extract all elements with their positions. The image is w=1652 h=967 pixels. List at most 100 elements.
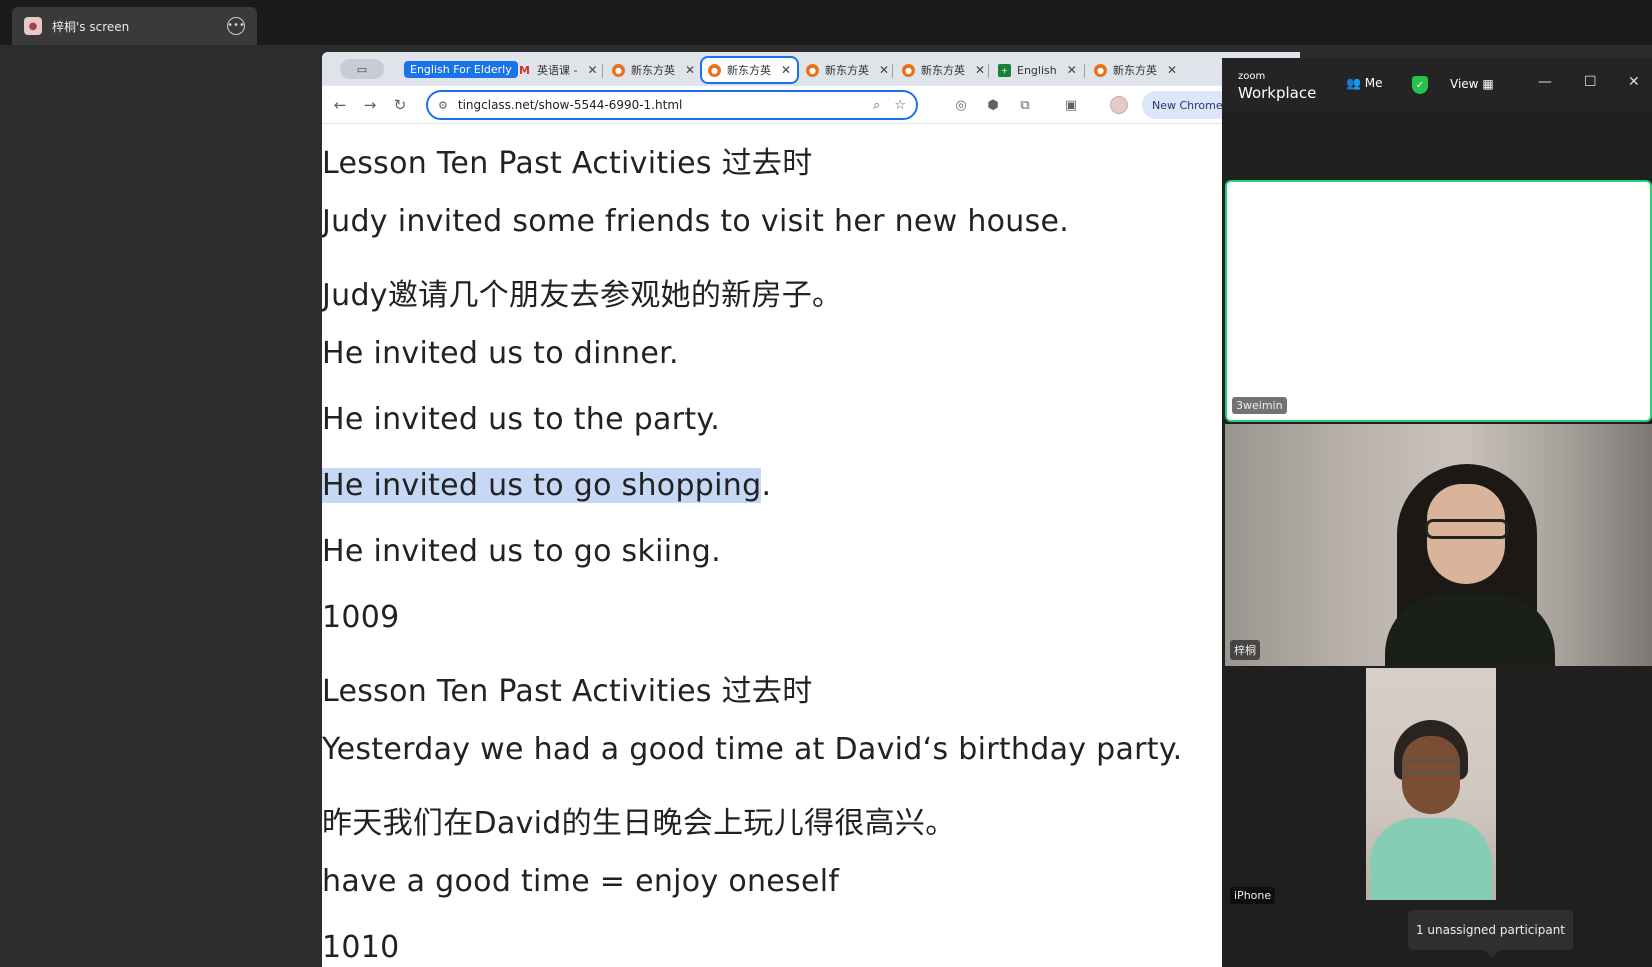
orange-site-icon: ● xyxy=(806,63,819,77)
tab-4[interactable]: ● 新东方英 ✕ xyxy=(800,58,895,82)
security-shield-icon[interactable]: ✓ xyxy=(1412,76,1428,94)
back-arrow-icon[interactable]: ← xyxy=(330,95,350,115)
profile-avatar[interactable] xyxy=(1110,96,1128,114)
zoom-logo-bottom: Workplace xyxy=(1238,84,1317,102)
text-line: 昨天我们在David的生日晚会上玩儿得很高兴。 xyxy=(322,806,956,841)
tab-1[interactable]: M 英语课 - ✕ xyxy=(512,58,604,82)
text-line: He invited us to dinner. xyxy=(322,336,679,371)
orange-site-icon: ● xyxy=(902,63,915,77)
meet-label: Me xyxy=(1364,76,1383,90)
tab-separator xyxy=(988,64,989,78)
sheets-icon: + xyxy=(998,63,1011,77)
bookmark-star-icon[interactable]: ☆ xyxy=(894,98,906,113)
ellipsis-icon[interactable]: ••• xyxy=(227,17,245,35)
page-content: Lesson Ten Past Activities 过去时 Judy invi… xyxy=(322,124,1300,967)
view-label: View xyxy=(1450,77,1479,91)
orange-site-icon: ● xyxy=(708,63,721,77)
grid-icon: ▦ xyxy=(1482,77,1494,91)
url-text[interactable]: tingclass.net/show-5544-6990-1.html xyxy=(458,98,859,112)
browser-toolbar: ← → ↻ ⚙ tingclass.net/show-5544-6990-1.h… xyxy=(322,86,1300,124)
video-tile-1[interactable]: 3weimin xyxy=(1225,180,1652,422)
glasses xyxy=(1402,760,1460,774)
zoom-magnifier-icon[interactable]: ⌕ xyxy=(873,98,880,113)
tab-label: English xyxy=(1017,63,1057,77)
meeting-participants-button[interactable]: 👥 Me xyxy=(1346,76,1383,90)
zoom-header: zoom Workplace 👥 Me ✓ View ▦ — ☐ ✕ xyxy=(1222,58,1652,112)
zoom-logo-top: zoom xyxy=(1238,71,1266,82)
tab-label: 新东方英 xyxy=(825,64,869,77)
puzzle-extensions-icon[interactable]: ⧉ xyxy=(1016,96,1034,114)
text-line: Yesterday we had a good time at David‘s … xyxy=(322,732,1183,767)
gmail-icon: M xyxy=(519,63,530,77)
participant-name: 梓桐 xyxy=(1230,640,1260,660)
close-icon[interactable]: ✕ xyxy=(975,63,985,77)
tab-3-active[interactable]: ● 新东方英 ✕ xyxy=(700,56,800,84)
close-icon[interactable]: ✕ xyxy=(781,63,791,77)
text-line: Lesson Ten Past Activities 过去时 xyxy=(322,146,813,181)
text-line: 1010 xyxy=(322,930,400,965)
address-bar[interactable]: ⚙ tingclass.net/show-5544-6990-1.html ⌕ … xyxy=(426,90,918,120)
participants-icon: 👥 xyxy=(1346,76,1361,90)
shield-extension-icon[interactable]: ⬢ xyxy=(984,96,1002,114)
text-line: Judy邀请几个朋友去参观她的新房子。 xyxy=(322,278,843,313)
close-icon[interactable]: ✕ xyxy=(879,63,889,77)
new-chrome-button[interactable]: New Chrome xyxy=(1142,91,1233,119)
avatar: ● xyxy=(24,17,42,35)
tab-label: 新东方英 xyxy=(727,64,771,77)
glasses xyxy=(1425,519,1509,539)
text-line: Judy invited some friends to visit her n… xyxy=(322,204,1070,239)
text-line: He invited us to go skiing. xyxy=(322,534,721,569)
browser-window: ▭ English For Elderly M 英语课 - ✕ ● 新东方英 ✕… xyxy=(322,52,1300,967)
body xyxy=(1370,818,1492,900)
tab-7[interactable]: ● 新东方英 ✕ xyxy=(1088,58,1183,82)
text-selection[interactable]: He invited us to go shopping xyxy=(322,468,762,503)
tab-6[interactable]: + English ✕ xyxy=(992,58,1083,82)
participant-video xyxy=(1366,668,1496,900)
share-background xyxy=(0,45,322,967)
unassigned-tooltip: 1 unassigned participant xyxy=(1408,910,1573,958)
close-icon[interactable]: ✕ xyxy=(685,63,695,77)
text-line: Lesson Ten Past Activities 过去时 xyxy=(322,674,813,709)
maximize-icon[interactable]: ☐ xyxy=(1584,74,1597,90)
share-title: 梓桐's screen xyxy=(52,19,130,34)
tab-label: 英语课 - xyxy=(537,64,578,77)
view-button[interactable]: View ▦ xyxy=(1450,77,1494,91)
body xyxy=(1385,594,1555,666)
tab-search-icon[interactable]: ▭ xyxy=(340,59,384,79)
reload-icon[interactable]: ↻ xyxy=(390,95,410,115)
participant-name: 3weimin xyxy=(1232,397,1287,414)
tab-separator xyxy=(892,64,893,78)
share-title-tab[interactable]: ● 梓桐's screen ••• xyxy=(12,7,257,45)
close-icon[interactable]: ✕ xyxy=(1167,63,1177,77)
site-info-icon[interactable]: ⚙ xyxy=(438,99,448,112)
video-tile-2[interactable]: 梓桐 xyxy=(1225,424,1652,666)
extension-g-icon[interactable]: ◎ xyxy=(952,96,970,114)
tab-2[interactable]: ● 新东方英 ✕ xyxy=(606,58,701,82)
tab-separator xyxy=(602,64,603,78)
face xyxy=(1402,736,1460,814)
participant-video xyxy=(1385,464,1555,666)
share-top-bar: ● 梓桐's screen ••• xyxy=(0,0,1652,45)
tab-label: 新东方英 xyxy=(1113,64,1157,77)
text-line: He invited us to the party. xyxy=(322,402,721,437)
screen-search-icon[interactable]: ▣ xyxy=(1062,96,1080,114)
video-tile-3[interactable]: iPhone xyxy=(1225,668,1652,910)
tab-strip: ▭ English For Elderly M 英语课 - ✕ ● 新东方英 ✕… xyxy=(322,52,1300,86)
orange-site-icon: ● xyxy=(612,63,625,77)
participant-name: iPhone xyxy=(1230,887,1276,904)
text-line: have a good time = enjoy oneself xyxy=(322,864,840,899)
tab-5[interactable]: ● 新东方英 ✕ xyxy=(896,58,991,82)
text-line: 1009 xyxy=(322,600,400,635)
close-icon[interactable]: ✕ xyxy=(1628,74,1640,90)
zoom-panel: zoom Workplace 👥 Me ✓ View ▦ — ☐ ✕ 3weim… xyxy=(1222,58,1652,967)
close-icon[interactable]: ✕ xyxy=(587,63,597,77)
tab-label: 新东方英 xyxy=(921,64,965,77)
highlighted-line: He invited us to go shopping. xyxy=(322,468,771,503)
minimize-icon[interactable]: — xyxy=(1538,74,1552,90)
forward-arrow-icon[interactable]: → xyxy=(360,95,380,115)
close-icon[interactable]: ✕ xyxy=(1067,63,1077,77)
text-selection-tail: . xyxy=(761,468,772,503)
tab-label: 新东方英 xyxy=(631,64,675,77)
tab-group-label[interactable]: English For Elderly xyxy=(404,61,518,78)
tab-separator xyxy=(1084,64,1085,78)
